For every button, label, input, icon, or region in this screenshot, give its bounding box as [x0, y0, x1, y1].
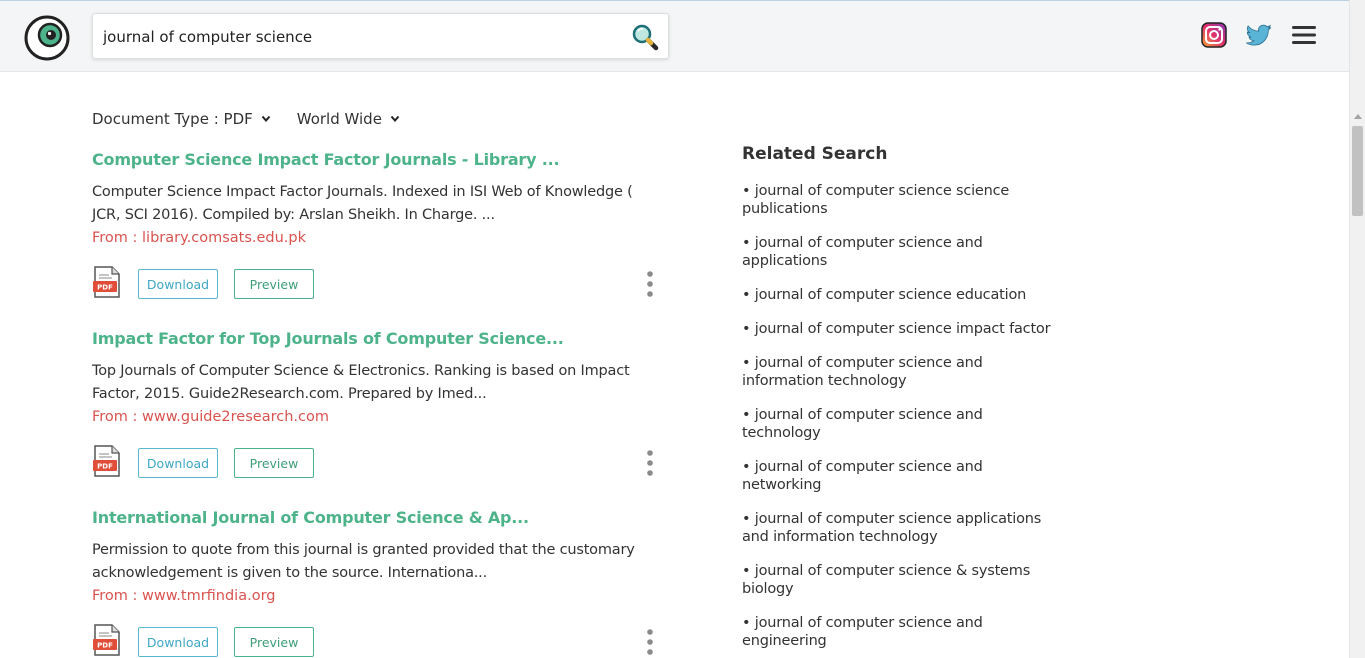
result-title-link[interactable]: International Journal of Computer Scienc…: [92, 508, 672, 527]
result-description: Permission to quote from this journal is…: [92, 542, 635, 581]
pdf-badge-label: PDF: [97, 284, 113, 292]
preview-button[interactable]: Preview: [234, 448, 314, 478]
more-vertical-icon[interactable]: [643, 270, 657, 298]
result-title-link[interactable]: Computer Science Impact Factor Journals …: [92, 150, 672, 169]
result-item: International Journal of Computer Scienc…: [92, 508, 672, 658]
scroll-up-arrow-icon[interactable]: [1354, 114, 1362, 119]
download-button[interactable]: Download: [138, 269, 218, 299]
region-label: World Wide: [296, 110, 382, 128]
search-input[interactable]: [103, 24, 623, 50]
related-search-link[interactable]: journal of computer science education: [742, 286, 1052, 304]
instagram-icon[interactable]: [1200, 21, 1228, 49]
related-search-link[interactable]: journal of computer science science publ…: [742, 182, 1052, 218]
pdf-file-icon: PDF: [93, 266, 120, 298]
result-source-link[interactable]: From : www.tmrfindia.org: [92, 588, 672, 604]
related-search-link[interactable]: journal of computer science and technolo…: [742, 406, 1052, 442]
pdf-file-icon: PDF: [93, 624, 120, 656]
related-search-heading: Related Search: [742, 144, 888, 164]
result-actions: PDF Download Preview: [92, 624, 662, 658]
related-search-link[interactable]: journal of computer science and networki…: [742, 458, 1052, 494]
preview-button[interactable]: Preview: [234, 627, 314, 657]
pdf-file-icon: PDF: [93, 445, 120, 477]
download-button[interactable]: Download: [138, 627, 218, 657]
result-description: Computer Science Impact Factor Journals.…: [92, 184, 633, 223]
results-list: Computer Science Impact Factor Journals …: [92, 148, 672, 658]
related-search-panel: Related Search journal of computer scien…: [742, 144, 1052, 658]
chevron-down-icon: [261, 115, 271, 123]
more-vertical-icon[interactable]: [643, 628, 657, 656]
filter-bar: Document Type : PDF World Wide: [92, 110, 400, 128]
search-magnifier-icon[interactable]: [630, 23, 660, 51]
result-item: Impact Factor for Top Journals of Comput…: [92, 329, 672, 506]
pdf-badge-label: PDF: [97, 463, 113, 471]
twitter-icon[interactable]: [1245, 21, 1273, 49]
document-type-filter[interactable]: Document Type : PDF: [92, 110, 271, 128]
related-search-link[interactable]: journal of computer science impact facto…: [742, 320, 1052, 338]
related-search-link[interactable]: journal of computer science & systems bi…: [742, 562, 1052, 598]
scrollbar-thumb[interactable]: [1352, 126, 1363, 216]
eye-logo-icon[interactable]: [24, 15, 70, 61]
related-search-link[interactable]: journal of computer science and informat…: [742, 354, 1052, 390]
search-box: [92, 13, 669, 59]
result-actions: PDF Download Preview: [92, 445, 662, 479]
top-header: [0, 0, 1349, 72]
result-source-link[interactable]: From : www.guide2research.com: [92, 409, 672, 425]
result-item: Computer Science Impact Factor Journals …: [92, 150, 672, 327]
preview-button[interactable]: Preview: [234, 269, 314, 299]
related-search-link[interactable]: journal of computer science applications…: [742, 510, 1052, 546]
result-actions: PDF Download Preview: [92, 266, 662, 300]
related-search-link[interactable]: journal of computer science and applicat…: [742, 234, 1052, 270]
result-title-link[interactable]: Impact Factor for Top Journals of Comput…: [92, 329, 672, 348]
result-description: Top Journals of Computer Science & Elect…: [92, 363, 630, 402]
chevron-down-icon: [390, 115, 400, 123]
page-scrollbar[interactable]: [1349, 0, 1365, 658]
region-filter[interactable]: World Wide: [297, 110, 400, 128]
result-source-link[interactable]: From : library.comsats.edu.pk: [92, 230, 672, 246]
pdf-badge-label: PDF: [97, 642, 113, 650]
download-button[interactable]: Download: [138, 448, 218, 478]
document-type-label: Document Type : PDF: [92, 110, 253, 128]
hamburger-menu-icon[interactable]: [1290, 21, 1318, 49]
related-search-link[interactable]: journal of computer science and engineer…: [742, 614, 1052, 650]
more-vertical-icon[interactable]: [643, 449, 657, 477]
